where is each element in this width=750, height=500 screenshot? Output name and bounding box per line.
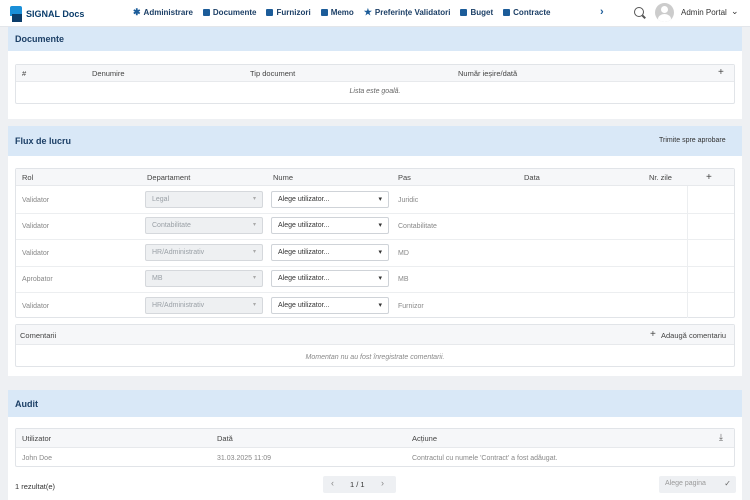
col-numar-iesire: Număr ieșire/dată bbox=[458, 69, 518, 78]
nav-item-documente[interactable]: Documente bbox=[202, 8, 256, 17]
star-icon: ★ bbox=[363, 7, 372, 17]
row-role: Validator bbox=[22, 197, 50, 204]
search-icon[interactable] bbox=[634, 7, 644, 17]
brand-name: SIGNAL Docs bbox=[26, 8, 85, 19]
col-pas: Pas bbox=[398, 173, 411, 182]
comments-empty-text: Momentan nu au fost înregistrate comenta… bbox=[305, 354, 445, 361]
workflow-header: Flux de lucru bbox=[8, 126, 742, 156]
add-document-button[interactable]: + bbox=[718, 67, 724, 78]
col-tip-document: Tip document bbox=[250, 69, 296, 78]
documents-table: # Denumire Tip document Număr ieșire/dat… bbox=[15, 64, 735, 104]
column-divider bbox=[687, 186, 688, 318]
chevron-down-icon[interactable]: ⌄ bbox=[731, 6, 739, 17]
row-role: Validator bbox=[22, 303, 50, 310]
admin-icon: ✱ bbox=[133, 7, 141, 17]
row-divider bbox=[16, 239, 734, 240]
next-page-icon[interactable]: › bbox=[381, 478, 384, 488]
col-nume: Nume bbox=[273, 173, 294, 182]
workflow-panel: Flux de lucru Trimite spre aprobare Rol … bbox=[8, 126, 742, 376]
comments-header: Comentarii + Adaugă comentariu bbox=[16, 325, 734, 345]
row-divider bbox=[16, 292, 734, 293]
pagination: ‹ 1 / 1 › bbox=[323, 476, 396, 493]
department-select: HR/Administrativ bbox=[145, 297, 263, 314]
row-step: MB bbox=[398, 276, 409, 283]
department-select: MB bbox=[145, 270, 263, 287]
col-data: Dată bbox=[217, 434, 233, 443]
documents-title: Documente bbox=[8, 27, 742, 51]
documents-empty-text: Lista este goală. bbox=[349, 88, 401, 95]
col-departament: Departament bbox=[147, 173, 191, 182]
user-name[interactable]: Admin Portal bbox=[681, 8, 727, 17]
department-select: HR/Administrativ bbox=[145, 244, 263, 261]
workflow-table-header: Rol Departament Nume Pas Data Nr. zile + bbox=[16, 169, 734, 186]
audit-user: John Doe bbox=[22, 455, 52, 462]
documents-table-header: # Denumire Tip document Număr ieșire/dat… bbox=[16, 65, 734, 82]
comments-title: Comentarii bbox=[20, 331, 57, 340]
col-index: # bbox=[22, 69, 27, 78]
memo-icon bbox=[320, 9, 328, 16]
main-nav: ✱ Administrare Documente Furnizori Memo ★… bbox=[133, 7, 561, 18]
prev-page-icon[interactable]: ‹ bbox=[331, 478, 334, 488]
avatar[interactable] bbox=[655, 3, 674, 22]
contracts-icon bbox=[503, 9, 511, 16]
download-icon[interactable]: ⤓ bbox=[719, 432, 723, 443]
nav-item-contracte[interactable]: Contracte bbox=[503, 8, 551, 17]
send-for-approval-button[interactable]: Trimite spre aprobare bbox=[659, 137, 726, 144]
check-icon: ✓ bbox=[724, 479, 731, 488]
page-select[interactable]: Alege pagina ✓ bbox=[659, 476, 736, 493]
row-role: Validator bbox=[22, 223, 50, 230]
audit-table-header: Utilizator Dată Acțiune ⤓ bbox=[16, 429, 734, 448]
add-step-button[interactable]: + bbox=[706, 172, 712, 183]
row-step: Juridic bbox=[398, 197, 419, 204]
row-step: Contabilitate bbox=[398, 223, 437, 230]
nav-item-buget[interactable]: Buget bbox=[460, 8, 493, 17]
result-count: 1 rezultat(e) bbox=[15, 482, 56, 491]
audit-title: Audit bbox=[8, 390, 742, 417]
documents-icon bbox=[202, 9, 210, 16]
row-divider bbox=[16, 213, 734, 214]
department-select: Contabilitate bbox=[145, 217, 263, 234]
nav-item-preferinte-validatori[interactable]: ★ Preferințe Validatori bbox=[363, 7, 451, 18]
col-utilizator: Utilizator bbox=[22, 434, 52, 443]
add-comment-button[interactable]: Adaugă comentariu bbox=[661, 331, 726, 340]
row-step: MD bbox=[398, 250, 409, 257]
col-rol: Rol bbox=[22, 173, 34, 182]
budget-icon bbox=[460, 9, 468, 16]
audit-date: 31.03.2025 11:09 bbox=[217, 455, 271, 462]
user-select[interactable]: Alege utilizator... bbox=[271, 270, 389, 287]
col-denumire: Denumire bbox=[92, 69, 125, 78]
row-role: Aprobator bbox=[22, 276, 53, 283]
audit-panel: Audit Utilizator Dată Acțiune ⤓ John Doe… bbox=[8, 390, 742, 500]
comments-box: Comentarii + Adaugă comentariu Momentan … bbox=[15, 324, 735, 367]
nav-scroll-right-icon[interactable]: › bbox=[600, 6, 604, 18]
user-select[interactable]: Alege utilizator... bbox=[271, 217, 389, 234]
row-role: Validator bbox=[22, 250, 50, 257]
suppliers-icon bbox=[266, 9, 274, 16]
page-select-placeholder: Alege pagina bbox=[665, 480, 706, 487]
col-data: Data bbox=[524, 173, 540, 182]
nav-item-furnizori[interactable]: Furnizori bbox=[266, 8, 311, 17]
page-indicator: 1 / 1 bbox=[350, 480, 365, 489]
department-select: Legal bbox=[145, 191, 263, 208]
workflow-title: Flux de lucru bbox=[15, 136, 72, 146]
audit-table: Utilizator Dată Acțiune ⤓ John Doe 31.03… bbox=[15, 428, 735, 467]
app-logo[interactable]: SIGNAL Docs bbox=[10, 5, 84, 22]
nav-item-memo[interactable]: Memo bbox=[320, 8, 354, 17]
documents-panel: Documente # Denumire Tip document Număr … bbox=[8, 27, 742, 119]
row-divider bbox=[16, 266, 734, 267]
nav-item-administrare[interactable]: ✱ Administrare bbox=[133, 7, 193, 18]
plus-icon: + bbox=[650, 329, 656, 340]
col-actiune: Acțiune bbox=[412, 434, 438, 443]
top-navbar: SIGNAL Docs ✱ Administrare Documente Furn… bbox=[0, 0, 750, 27]
audit-action: Contractul cu numele 'Contract' a fost a… bbox=[412, 455, 558, 462]
workflow-table: Rol Departament Nume Pas Data Nr. zile +… bbox=[15, 168, 735, 318]
user-select[interactable]: Alege utilizator... bbox=[271, 297, 389, 314]
col-nr-zile: Nr. zile bbox=[649, 173, 672, 182]
user-select[interactable]: Alege utilizator... bbox=[271, 191, 389, 208]
user-select[interactable]: Alege utilizator... bbox=[271, 244, 389, 261]
row-step: Furnizor bbox=[398, 303, 424, 310]
logo-icon bbox=[10, 5, 22, 22]
